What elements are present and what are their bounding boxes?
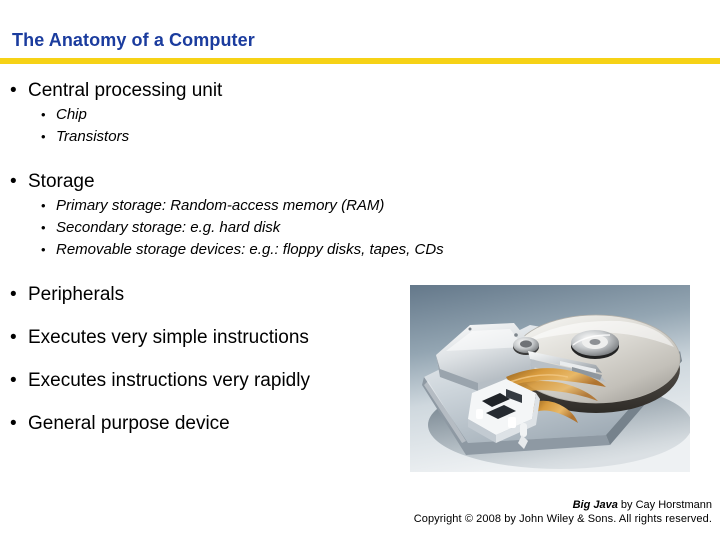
- bullet-label: Central processing unit: [28, 80, 223, 101]
- bullet-general-purpose-device: • General purpose device: [0, 411, 310, 437]
- bullet-secondary-storage: • Secondary storage: e.g. hard disk: [0, 217, 444, 239]
- bullet-chip: • Chip: [0, 104, 222, 126]
- bullet-transistors: • Transistors: [0, 126, 222, 148]
- footer-attribution: Big Java by Cay Horstmann: [0, 498, 712, 512]
- bullet-marker-icon: •: [10, 171, 17, 192]
- bullet-peripherals: • Peripherals: [0, 282, 310, 308]
- bullet-label: Chip: [56, 106, 87, 123]
- bullet-executes-instructions-rapidly: • Executes instructions very rapidly: [0, 368, 310, 394]
- bullet-marker-icon: •: [10, 284, 17, 305]
- bullet-label: General purpose device: [28, 413, 230, 434]
- bullet-marker-icon: •: [10, 370, 17, 391]
- bullet-label: Removable storage devices: e.g.: floppy …: [56, 241, 444, 258]
- bullet-label: Executes very simple instructions: [28, 327, 309, 348]
- bullet-label: Executes instructions very rapidly: [28, 370, 310, 391]
- bullet-label: Storage: [28, 171, 95, 192]
- bullet-marker-icon: •: [41, 107, 46, 122]
- bullet-label: Secondary storage: e.g. hard disk: [56, 219, 281, 236]
- book-byline: by Cay Horstmann: [617, 499, 712, 511]
- bullet-group-cpu: • Central processing unit • Chip • Trans…: [0, 78, 222, 148]
- bullet-executes-simple-instructions: • Executes very simple instructions: [0, 325, 310, 351]
- bullet-label: Primary storage: Random-access memory (R…: [56, 197, 385, 214]
- book-title: Big Java: [572, 499, 618, 511]
- bullet-primary-storage: • Primary storage: Random-access memory …: [0, 195, 444, 217]
- bullet-marker-icon: •: [41, 242, 46, 257]
- footer-copyright: Copyright © 2008 by John Wiley & Sons. A…: [413, 513, 712, 525]
- bullet-label: Transistors: [56, 128, 130, 145]
- bullet-marker-icon: •: [10, 413, 17, 434]
- bullet-central-processing-unit: • Central processing unit: [0, 78, 222, 104]
- bullet-marker-icon: •: [41, 198, 46, 213]
- bullet-group-storage: • Storage • Primary storage: Random-acce…: [0, 169, 444, 261]
- bullet-label: Peripherals: [28, 284, 125, 305]
- footer: Big Java by Cay Horstmann Copyright © 20…: [0, 498, 712, 526]
- page-title: The Anatomy of a Computer: [12, 30, 255, 50]
- bullet-removable-storage: • Removable storage devices: e.g.: flopp…: [0, 239, 444, 261]
- title-underline-rule: [0, 58, 720, 64]
- bullet-marker-icon: •: [41, 129, 46, 144]
- bullet-group-capabilities: • Peripherals • Executes very simple ins…: [0, 282, 310, 454]
- bullet-marker-icon: •: [10, 327, 17, 348]
- bullet-marker-icon: •: [10, 80, 17, 101]
- bullet-storage: • Storage: [0, 169, 444, 195]
- hard-disk-drive-photo: [410, 285, 690, 472]
- bullet-marker-icon: •: [41, 220, 46, 235]
